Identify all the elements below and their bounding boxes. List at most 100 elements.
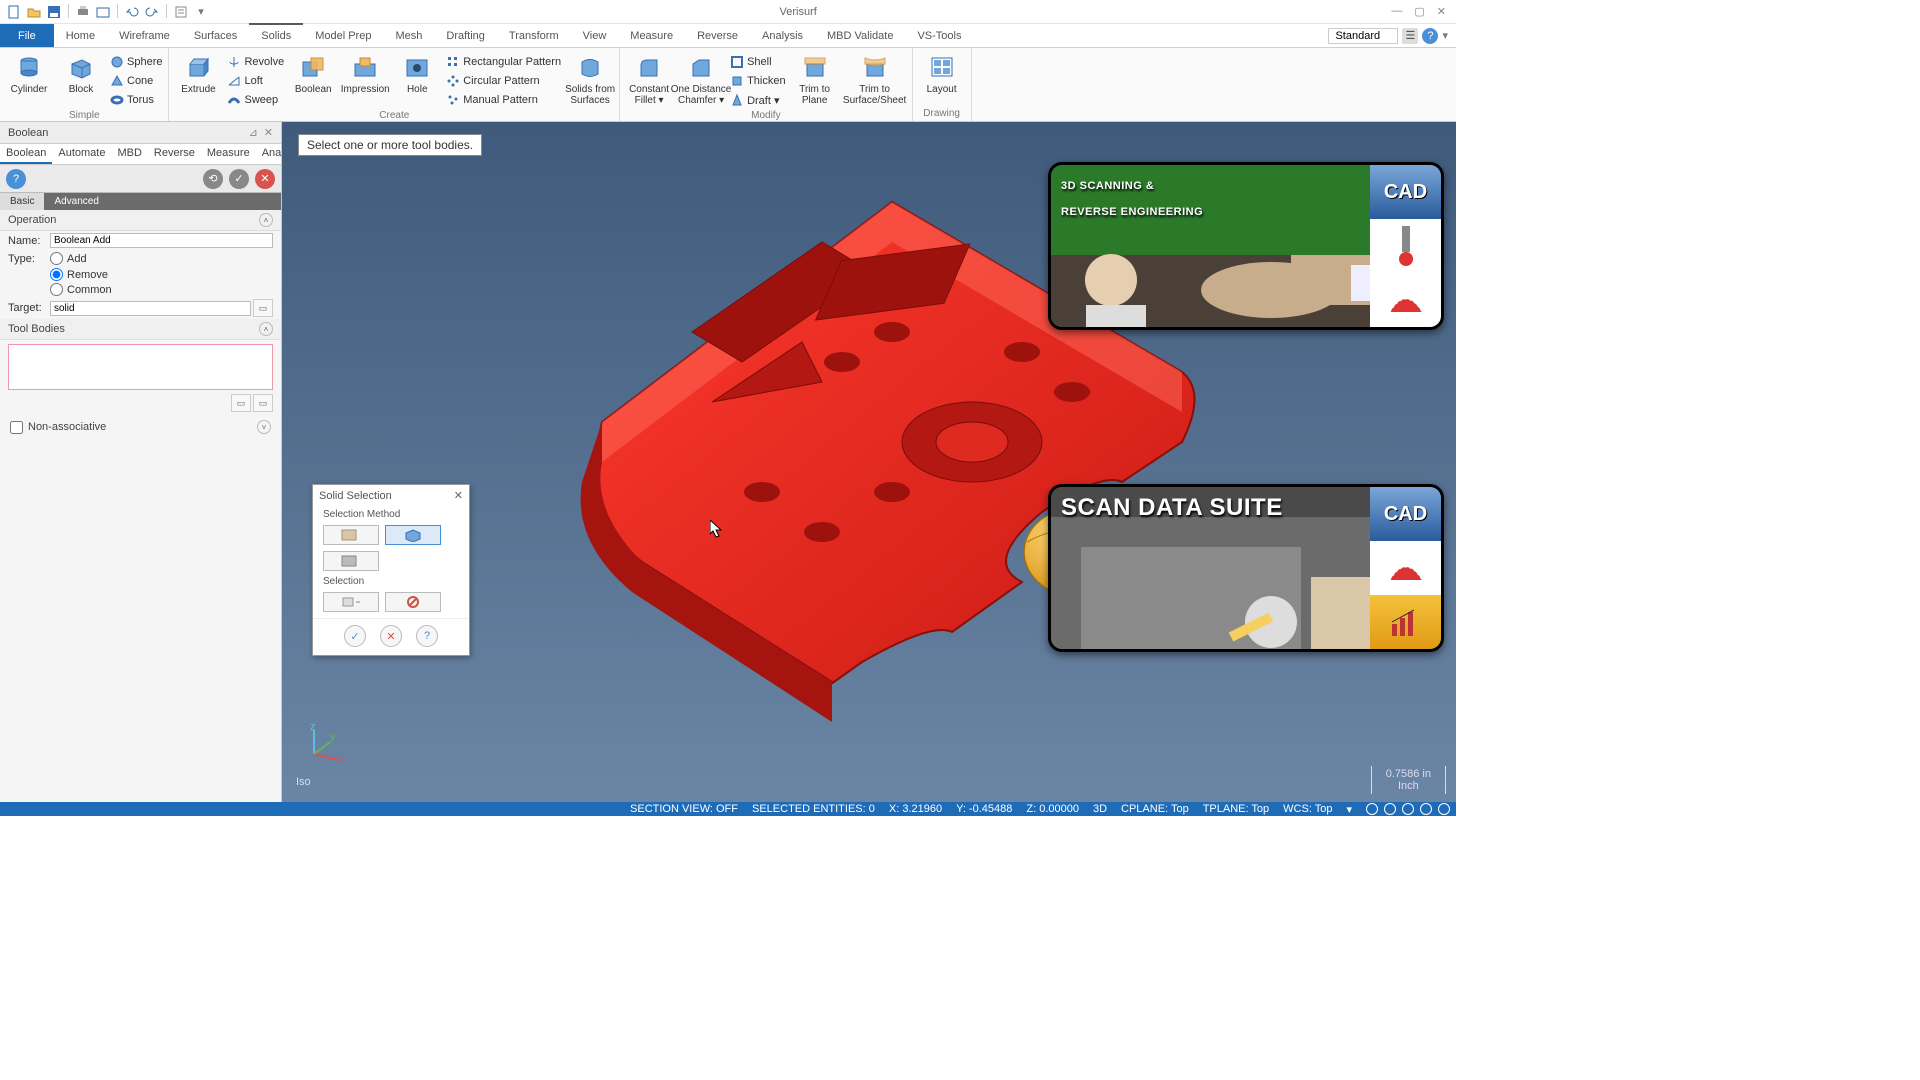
undo-icon[interactable] [124, 4, 140, 20]
sel-method-face-button[interactable] [323, 525, 379, 545]
sel-method-edge-button[interactable] [323, 551, 379, 571]
tool-bodies-heading[interactable]: Tool Bodies˄ [0, 319, 281, 340]
panel-tab-mbd[interactable]: MBD [111, 144, 147, 164]
dialog-ok-button[interactable]: ✓ [344, 625, 366, 647]
constant-fillet-button[interactable]: Constant Fillet ▾ [626, 50, 672, 106]
loft-button[interactable]: Loft [227, 72, 284, 90]
tab-measure[interactable]: Measure [618, 24, 685, 47]
tab-transform[interactable]: Transform [497, 24, 571, 47]
options-icon[interactable] [173, 4, 189, 20]
status-cplane[interactable]: CPLANE: Top [1121, 803, 1189, 815]
shell-button[interactable]: Shell [730, 53, 786, 71]
ribbon-help2-icon[interactable]: ? [1422, 28, 1438, 44]
standard-combo[interactable]: Standard [1328, 28, 1398, 44]
panel-ok-button[interactable]: ✓ [229, 169, 249, 189]
one-distance-chamfer-button[interactable]: One Distance Chamfer ▾ [678, 50, 724, 106]
tab-vs-tools[interactable]: VS-Tools [905, 24, 973, 47]
type-radio-add[interactable] [50, 252, 63, 265]
screenshot-icon[interactable] [95, 4, 111, 20]
target-pick-button[interactable]: ▭ [253, 299, 273, 317]
status-icon-5[interactable] [1438, 803, 1450, 815]
tab-mesh[interactable]: Mesh [383, 24, 434, 47]
save-icon[interactable] [46, 4, 62, 20]
thicken-button[interactable]: Thicken [730, 72, 786, 90]
panel-tab-measure[interactable]: Measure [201, 144, 256, 164]
ribbon-help1-icon[interactable]: ☰ [1402, 28, 1418, 44]
cone-button[interactable]: Cone [110, 72, 162, 90]
print-icon[interactable] [75, 4, 91, 20]
tab-reverse[interactable]: Reverse [685, 24, 750, 47]
circ-pattern-button[interactable]: Circular Pattern [446, 72, 561, 90]
status-wcs[interactable]: WCS: Top [1283, 803, 1332, 815]
panel-tab-reverse[interactable]: Reverse [148, 144, 201, 164]
maximize-button[interactable]: ▢ [1414, 5, 1424, 18]
overlay-thumb-3d-scanning[interactable]: 3D SCANNING & REVERSE ENGINEERING CAD [1048, 162, 1444, 330]
boolean-button[interactable]: Boolean [290, 50, 336, 95]
status-icon-1[interactable] [1366, 803, 1378, 815]
sweep-button[interactable]: Sweep [227, 91, 284, 109]
tool-body-select-button[interactable]: ▭ [231, 394, 251, 412]
overlay-thumb-scan-data-suite[interactable]: SCAN DATA SUITE CAD [1048, 484, 1444, 652]
status-section-view[interactable]: SECTION VIEW: OFF [630, 803, 738, 815]
tab-file[interactable]: File [0, 24, 54, 47]
type-radio-remove[interactable] [50, 268, 63, 281]
panel-help-button[interactable]: ? [6, 169, 26, 189]
manual-pattern-button[interactable]: Manual Pattern [446, 91, 561, 109]
redo-icon[interactable] [144, 4, 160, 20]
status-icon-2[interactable] [1384, 803, 1396, 815]
status-icon-3[interactable] [1402, 803, 1414, 815]
new-icon[interactable] [6, 4, 22, 20]
tab-home[interactable]: Home [54, 24, 107, 47]
dialog-help-button[interactable]: ? [416, 625, 438, 647]
type-radio-common[interactable] [50, 283, 63, 296]
tab-mbd-validate[interactable]: MBD Validate [815, 24, 905, 47]
block-button[interactable]: Block [58, 50, 104, 95]
hole-button[interactable]: Hole [394, 50, 440, 95]
tool-body-pick-button[interactable]: ▭ [253, 394, 273, 412]
tab-model-prep[interactable]: Model Prep [303, 24, 383, 47]
dialog-close-button[interactable]: ✕ [454, 489, 463, 502]
status-wcs-dropdown-icon[interactable]: ▾ [1346, 803, 1352, 816]
panel-tab-automate[interactable]: Automate [52, 144, 111, 164]
trim-to-plane-button[interactable]: Trim to Plane [792, 50, 838, 106]
panel-back-button[interactable]: ⟲ [203, 169, 223, 189]
impression-button[interactable]: Impression [342, 50, 388, 95]
status-tplane[interactable]: TPLANE: Top [1203, 803, 1269, 815]
subtab-basic[interactable]: Basic [0, 193, 44, 210]
open-icon[interactable] [26, 4, 42, 20]
panel-pin-icon[interactable]: ⊿ [249, 126, 258, 139]
close-button[interactable]: ✕ [1437, 5, 1446, 18]
selection-last-button[interactable] [323, 592, 379, 612]
status-icon-4[interactable] [1420, 803, 1432, 815]
sphere-button[interactable]: Sphere [110, 53, 162, 71]
subtab-advanced[interactable]: Advanced [44, 193, 108, 210]
tool-bodies-list[interactable] [8, 344, 273, 390]
tab-solids[interactable]: Solids [249, 23, 303, 47]
dialog-cancel-button[interactable]: ✕ [380, 625, 402, 647]
minimize-button[interactable]: — [1391, 5, 1402, 18]
tab-view[interactable]: View [571, 24, 619, 47]
draft-button[interactable]: Draft ▾ [730, 91, 786, 109]
extrude-button[interactable]: Extrude [175, 50, 221, 95]
panel-close-icon[interactable]: ✕ [264, 126, 273, 139]
revolve-button[interactable]: Revolve [227, 53, 284, 71]
solids-from-surfaces-button[interactable]: Solids from Surfaces [567, 50, 613, 106]
chevron-down-icon[interactable]: ˅ [257, 420, 271, 434]
viewport-3d[interactable]: Select one or more tool bodies. [282, 122, 1456, 802]
name-input[interactable] [50, 233, 273, 248]
tab-wireframe[interactable]: Wireframe [107, 24, 182, 47]
operation-heading[interactable]: Operation˄ [0, 210, 281, 231]
selection-clear-button[interactable] [385, 592, 441, 612]
panel-tab-boolean[interactable]: Boolean [0, 144, 52, 164]
trim-to-surface-button[interactable]: Trim to Surface/Sheet [844, 50, 906, 106]
panel-cancel-button[interactable]: ✕ [255, 169, 275, 189]
sel-method-body-button[interactable] [385, 525, 441, 545]
ribbon-dropdown-icon[interactable]: ▾ [1442, 29, 1448, 42]
tab-surfaces[interactable]: Surfaces [182, 24, 249, 47]
qat-dropdown-icon[interactable]: ▾ [193, 4, 209, 20]
cylinder-button[interactable]: Cylinder [6, 50, 52, 95]
status-mode[interactable]: 3D [1093, 803, 1107, 815]
tab-analysis[interactable]: Analysis [750, 24, 815, 47]
layout-button[interactable]: Layout [919, 50, 965, 95]
rect-pattern-button[interactable]: Rectangular Pattern [446, 53, 561, 71]
